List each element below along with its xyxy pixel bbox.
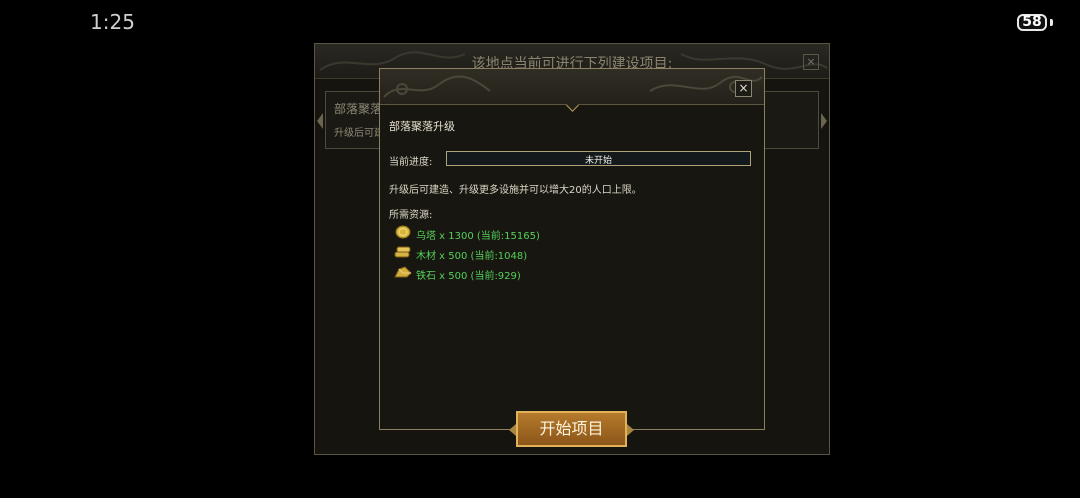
resources-label: 所需资源: — [389, 210, 433, 221]
close-icon[interactable]: × — [735, 80, 752, 97]
coin-icon — [395, 225, 411, 239]
upgrade-description: 升级后可建造、升级更多设施并可以增大20的人口上限。 — [389, 185, 642, 196]
iron-ore-icon — [394, 266, 412, 278]
upgrade-title: 部落聚落升级 — [389, 120, 455, 133]
resource-text: 铁石 x 500 (当前:929) — [416, 271, 521, 282]
building-option-desc: 升级后可建 — [334, 128, 384, 139]
status-time: 1:25 — [90, 10, 135, 34]
resource-text: 木材 x 500 (当前:1048) — [416, 251, 528, 262]
button-left-tip — [509, 424, 516, 436]
progress-label: 当前进度: — [389, 157, 433, 168]
outer-close-button[interactable]: × — [803, 54, 819, 70]
button-right-tip — [627, 424, 634, 436]
start-project-button[interactable]: 开始项目 — [516, 411, 627, 447]
battery-icon: 58 — [1017, 14, 1047, 31]
upgrade-dialog: × 部落聚落升级 当前进度: 未开始 升级后可建造、升级更多设施并可以增大20的… — [379, 68, 765, 430]
wood-icon — [394, 246, 411, 258]
card-right-arrow — [821, 113, 827, 129]
card-left-arrow — [317, 113, 323, 129]
progress-bar: 未开始 — [446, 151, 751, 166]
progress-status: 未开始 — [584, 156, 612, 166]
building-option-title: 部落聚落 — [334, 102, 383, 116]
resource-text: 乌塔 x 1300 (当前:15165) — [416, 231, 540, 242]
battery-tip — [1050, 19, 1053, 26]
